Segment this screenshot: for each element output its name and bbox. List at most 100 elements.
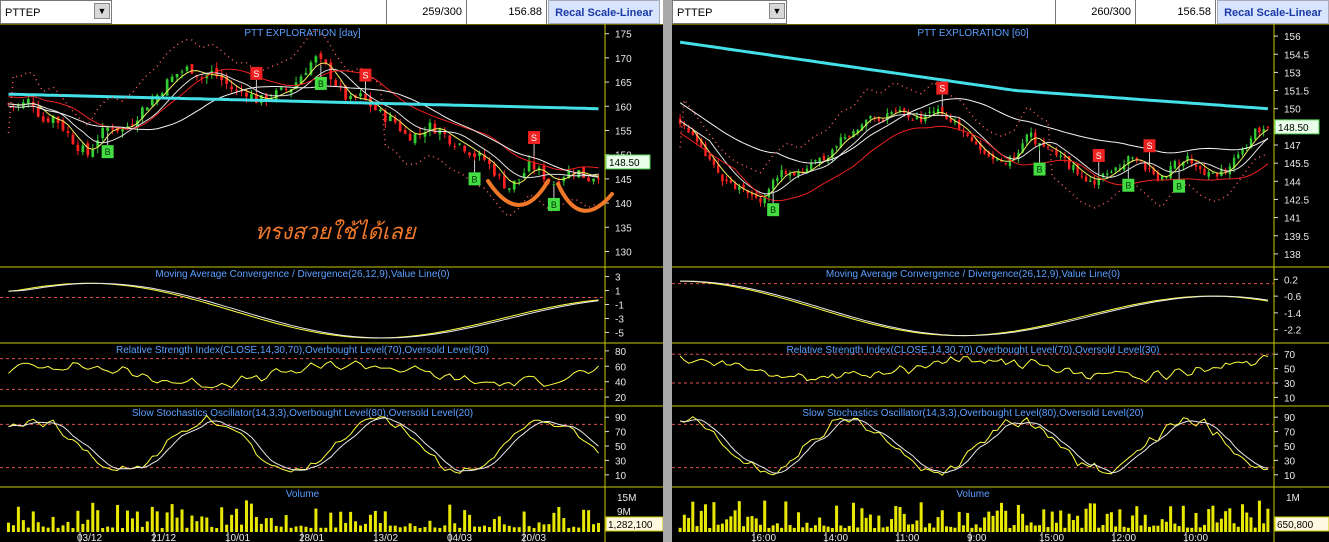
indicator-axis-tick-label: 50 [615,442,627,453]
volume-bar [1164,521,1168,532]
candle-body [903,108,906,113]
volume-bar [428,520,432,532]
candle-body [106,127,110,131]
indicator-title-slow-stochastics: Slow Stochastics Oscillator(14,3,3),Over… [132,408,473,419]
volume-bar [729,516,733,532]
chevron-down-icon[interactable]: ▼ [94,3,110,19]
volume-bar [995,510,999,532]
left-ticker-value: PTTEP [5,7,41,19]
volume-bar [1126,527,1130,532]
candle-body [71,134,75,145]
indicator-axis-tick-label: 20 [615,393,627,404]
candle-body [996,159,999,161]
price-axis-tick-label: 165 [615,78,632,89]
volume-bar [961,525,965,532]
ma-long-white-line [679,98,1269,164]
volume-bar [678,527,682,532]
volume-bar [492,519,496,532]
volume-bar [708,527,712,532]
candle-body [890,112,893,115]
volume-bar [463,510,467,532]
right-recal-scale-button[interactable]: Recal Scale-Linear [1217,0,1329,24]
volume-bar [101,527,105,532]
volume-bar [46,527,50,532]
volume-bar [1177,526,1181,532]
volume-bar [1008,527,1012,532]
indicator-axis-tick-label: 30 [615,456,627,467]
volume-bar [86,519,90,532]
right-chart-canvas[interactable]: PTT EXPLORATION [60] 156 154.5 153 151.5 150 1… [672,24,1329,542]
candle-body [1089,180,1092,182]
candle-body [1237,154,1240,159]
candle-body [1093,180,1096,185]
volume-axis-tick-label: 1M [1286,493,1300,504]
volume-bar [56,527,60,532]
volume-bar [482,525,486,532]
volume-bar [1122,526,1126,532]
ma-slow-line [8,68,599,171]
volume-bar [936,517,940,532]
volume-bar [860,508,864,532]
volume-bar [822,525,826,532]
candle-body [319,53,323,59]
volume-bar [1021,513,1025,532]
volume-bar [695,526,699,532]
volume-bar [945,526,949,532]
volume-bar [881,527,885,532]
pane-splitter[interactable] [663,0,672,542]
volume-bar [244,500,248,532]
volume-bar [725,519,729,532]
volume-bar [839,525,843,532]
candle-body [1059,155,1062,158]
x-axis-tick-label: 13/02 [373,533,398,542]
chevron-down-icon[interactable]: ▼ [769,3,785,19]
volume-bar [438,527,442,532]
volume-bar [299,525,303,532]
volume-bar [403,526,407,532]
volume-bar [691,501,695,532]
volume-bar [21,520,25,532]
volume-bar [487,527,491,532]
candle-body [413,134,417,144]
indicator-main-line [8,282,599,339]
sell-signal-label: S [1146,141,1152,151]
x-axis-tick-label: 21/12 [151,533,176,542]
volume-bar [51,516,55,532]
volume-bar [418,527,422,532]
volume-bar [890,519,894,532]
price-axis-tick-label: 130 [615,247,632,258]
volume-bar [329,512,333,532]
volume-bar [160,527,164,532]
volume-bar [763,500,767,532]
candle-body [185,66,189,71]
candle-body [1072,164,1075,170]
volume-bar [742,526,746,532]
volume-bar [703,504,707,532]
volume-bar [537,522,541,532]
candle-body [1173,161,1177,169]
volume-bar [1143,514,1147,532]
candle-body [848,135,851,137]
left-bar-count: 259/300 [387,0,467,24]
candle-body [793,172,796,176]
candle-body [949,118,952,122]
volume-bar [1076,515,1080,532]
volume-bar [314,508,318,532]
volume-bar [991,515,995,532]
volume-bar [750,516,754,532]
indicator-axis-tick-label: -1 [615,301,624,312]
indicator-title-volume: Volume [956,489,990,500]
indicator-axis-tick-label: 3 [615,273,621,284]
ma-long-cyan-line [8,92,599,111]
left-chart-canvas[interactable]: PTT EXPLORATION [day]1751701651601551501… [0,24,663,542]
volume-bar [746,516,750,532]
candle-body [1084,176,1088,182]
volume-bar [319,527,323,532]
volume-bar [175,517,179,532]
left-recal-scale-button[interactable]: Recal Scale-Linear [548,0,660,24]
indicator-title-slow-stochastics: Slow Stochastics Oscillator(14,3,3),Over… [802,408,1143,419]
volume-bar [383,511,387,532]
candle-body [1194,164,1198,167]
candle-body [877,118,881,121]
volume-bar [373,510,377,532]
